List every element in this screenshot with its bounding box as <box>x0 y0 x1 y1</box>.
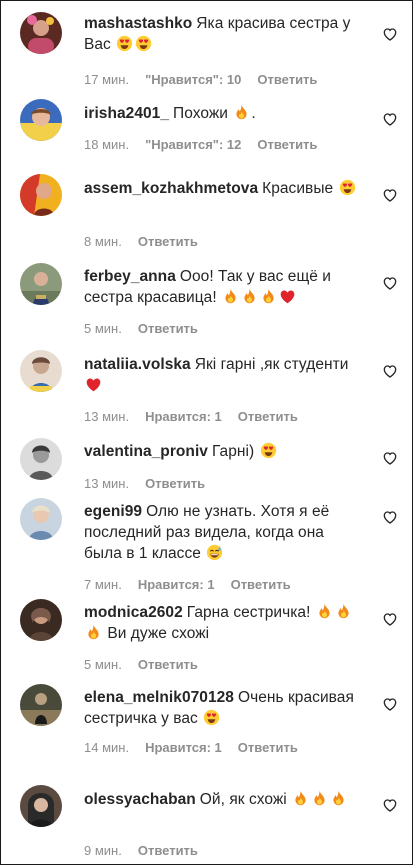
reply-button[interactable]: Ответить <box>238 740 298 755</box>
comment-time: 18 мин. <box>84 137 130 152</box>
comment-text: Ой, як схожі <box>199 791 287 808</box>
avatar[interactable] <box>20 438 62 480</box>
like-heart-icon[interactable] <box>382 26 398 42</box>
comment-username[interactable]: mashastashko <box>84 15 192 32</box>
red-heart-emoji <box>85 376 102 393</box>
avatar[interactable] <box>20 684 62 726</box>
like-heart-icon[interactable] <box>382 611 398 627</box>
reply-button[interactable]: Ответить <box>138 321 198 336</box>
like-heart-icon[interactable] <box>382 363 398 379</box>
reply-button[interactable]: Ответить <box>238 409 298 424</box>
comment-likes[interactable]: Нравится: 1 <box>138 577 215 592</box>
fire-emoji <box>330 790 347 807</box>
comment-time: 9 мин. <box>84 843 122 858</box>
comment-time: 5 мин. <box>84 657 122 672</box>
heart-eyes-emoji <box>260 442 277 459</box>
comment-time: 17 мин. <box>84 72 130 87</box>
comment-time: 13 мин. <box>84 409 130 424</box>
fire-emoji <box>233 104 250 121</box>
fire-emoji <box>85 624 102 641</box>
heart-eyes-emoji <box>203 709 220 726</box>
reply-button[interactable]: Ответить <box>257 72 317 87</box>
comment-time: 7 мин. <box>84 577 122 592</box>
comment-username[interactable]: elena_melnik070128 <box>84 689 234 706</box>
avatar[interactable] <box>20 785 62 827</box>
comment-username[interactable]: valentina_proniv <box>84 443 208 460</box>
comment-username[interactable]: nataliia.volska <box>84 356 191 373</box>
comment-time: 14 мин. <box>84 740 130 755</box>
comment-likes[interactable]: Нравится: 1 <box>145 740 222 755</box>
avatar[interactable] <box>20 498 62 540</box>
reply-button[interactable]: Ответить <box>145 476 205 491</box>
fire-emoji <box>316 603 333 620</box>
comment-time: 13 мин. <box>84 476 130 491</box>
fire-emoji <box>222 288 239 305</box>
fire-emoji <box>311 790 328 807</box>
comment-time: 5 мин. <box>84 321 122 336</box>
fire-emoji <box>292 790 309 807</box>
comment-time: 8 мин. <box>84 234 122 249</box>
comment-likes[interactable]: "Нравится": 10 <box>145 72 241 87</box>
heart-eyes-emoji <box>339 179 356 196</box>
comment-text: Які гарні ,як студенти <box>194 356 349 373</box>
comment-username[interactable]: modnica2602 <box>84 604 183 621</box>
comment-text-tail: Ви дуже схожі <box>107 625 210 642</box>
reply-button[interactable]: Ответить <box>231 577 291 592</box>
like-heart-icon[interactable] <box>382 797 398 813</box>
comment-text: Красивые <box>262 180 334 197</box>
comment-text-tail: . <box>251 105 256 122</box>
comment-username[interactable]: olessyachaban <box>84 791 196 808</box>
reply-button[interactable]: Ответить <box>257 137 317 152</box>
heart-eyes-emoji <box>116 35 133 52</box>
comment-likes[interactable]: Нравится: 1 <box>145 409 222 424</box>
avatar[interactable] <box>20 350 62 392</box>
avatar[interactable] <box>20 263 62 305</box>
avatar[interactable] <box>20 12 62 54</box>
avatar[interactable] <box>20 599 62 641</box>
like-heart-icon[interactable] <box>382 696 398 712</box>
red-heart-emoji <box>279 288 296 305</box>
fire-emoji <box>335 603 352 620</box>
avatar[interactable] <box>20 99 62 141</box>
avatar[interactable] <box>20 174 62 216</box>
comment-text: Гарні) <box>211 443 255 460</box>
reply-button[interactable]: Ответить <box>138 234 198 249</box>
like-heart-icon[interactable] <box>382 509 398 525</box>
comment-text: Гарна сестричка! <box>186 604 311 621</box>
comment-username[interactable]: irisha2401_ <box>84 105 169 122</box>
like-heart-icon[interactable] <box>382 450 398 466</box>
comment-username[interactable]: ferbey_anna <box>84 268 176 285</box>
comment-username[interactable]: egeni99 <box>84 503 142 520</box>
reply-button[interactable]: Ответить <box>138 843 198 858</box>
comment-username[interactable]: assem_kozhakhmetova <box>84 180 258 197</box>
heart-eyes-emoji <box>135 35 152 52</box>
reply-button[interactable]: Ответить <box>138 657 198 672</box>
grinning-sweat-emoji <box>206 544 223 561</box>
like-heart-icon[interactable] <box>382 111 398 127</box>
like-heart-icon[interactable] <box>382 275 398 291</box>
like-heart-icon[interactable] <box>382 187 398 203</box>
fire-emoji <box>260 288 277 305</box>
comment-likes[interactable]: "Нравится": 12 <box>145 137 241 152</box>
comment-text: Похожи <box>173 105 228 122</box>
comments-panel: mashastashko Яка красива сестра у Вас 17 … <box>0 0 413 865</box>
fire-emoji <box>241 288 258 305</box>
